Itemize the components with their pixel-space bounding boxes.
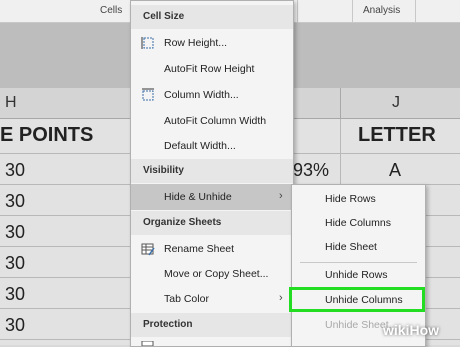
menu-item-column-width[interactable]: Column Width... bbox=[131, 82, 293, 108]
cell-header-points[interactable]: E POINTS bbox=[0, 124, 93, 147]
menu-item-rename-sheet[interactable]: Rename Sheet bbox=[131, 236, 293, 262]
protect-sheet-icon bbox=[141, 341, 154, 346]
submenu-item-unhide-rows[interactable]: Unhide Rows bbox=[292, 263, 425, 288]
row-height-icon bbox=[141, 37, 154, 49]
menu-item-move-copy-sheet[interactable]: Move or Copy Sheet... bbox=[131, 261, 293, 287]
rename-sheet-icon bbox=[141, 243, 155, 256]
ribbon-group-analysis: Analysis bbox=[363, 5, 401, 16]
cell-header-letter[interactable]: LETTER bbox=[358, 124, 436, 147]
ribbon-divider bbox=[415, 0, 416, 22]
chevron-right-icon: › bbox=[279, 190, 283, 202]
menu-section-cell-size: Cell Size bbox=[131, 5, 293, 29]
menu-section-visibility: Visibility bbox=[131, 159, 293, 183]
chevron-right-icon: › bbox=[279, 292, 283, 304]
cell-value[interactable]: 30 bbox=[5, 253, 25, 274]
ribbon-divider bbox=[297, 0, 298, 22]
cell-value[interactable]: 30 bbox=[5, 284, 25, 305]
format-menu: Cell Size Row Height... AutoFit Row Heig… bbox=[130, 0, 294, 347]
column-header-j[interactable]: J bbox=[392, 94, 400, 112]
menu-section-protection: Protection bbox=[131, 313, 293, 337]
submenu-item-hide-columns[interactable]: Hide Columns bbox=[292, 211, 425, 236]
ribbon-divider bbox=[352, 0, 353, 22]
highlight-box bbox=[289, 287, 425, 312]
menu-item-tab-color[interactable]: Tab Color › bbox=[131, 286, 293, 312]
column-header-h[interactable]: H bbox=[5, 94, 17, 112]
cell-value[interactable]: 30 bbox=[5, 315, 25, 336]
column-width-icon bbox=[142, 88, 154, 101]
menu-item-default-width[interactable]: Default Width... bbox=[131, 133, 293, 159]
cell-percent[interactable]: 93% bbox=[293, 160, 329, 181]
cell-grade[interactable]: A bbox=[389, 160, 401, 181]
menu-item-row-height[interactable]: Row Height... bbox=[131, 30, 293, 56]
submenu-item-hide-rows[interactable]: Hide Rows bbox=[292, 187, 425, 212]
wikihow-watermark: wikiHow bbox=[383, 322, 440, 338]
menu-item-autofit-column-width[interactable]: AutoFit Column Width bbox=[131, 108, 293, 134]
menu-item-autofit-row-height[interactable]: AutoFit Row Height bbox=[131, 56, 293, 82]
column-divider bbox=[340, 88, 341, 118]
cell-value[interactable]: 30 bbox=[5, 222, 25, 243]
ribbon-group-cells: Cells bbox=[100, 5, 123, 16]
cell-value[interactable]: 30 bbox=[5, 160, 25, 181]
menu-section-organize-sheets: Organize Sheets bbox=[131, 211, 293, 235]
menu-item-hide-unhide[interactable]: Hide & Unhide › bbox=[131, 184, 293, 210]
cell-value[interactable]: 30 bbox=[5, 191, 25, 212]
submenu-item-hide-sheet[interactable]: Hide Sheet bbox=[292, 235, 425, 260]
